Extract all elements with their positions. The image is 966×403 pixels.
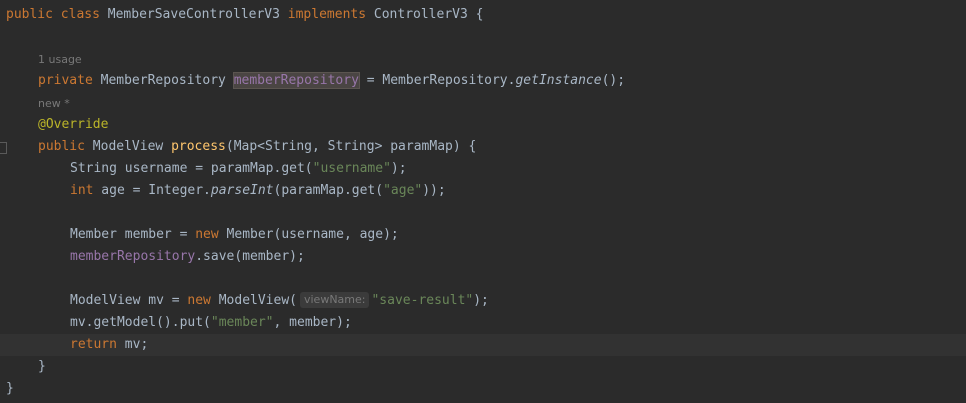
code-text: Member(username, age); (218, 227, 399, 242)
method-params: (Map<String, String> paramMap) { (225, 139, 477, 154)
code-line-username[interactable]: String username = paramMap.get("username… (0, 158, 966, 180)
keyword-int: int (70, 183, 94, 198)
string-literal: "member" (210, 315, 274, 330)
code-text: mv; (116, 337, 149, 352)
code-text: (paramMap.get( (273, 183, 384, 198)
string-literal: "save-result" (371, 293, 474, 308)
code-line-modelview[interactable]: ModelView mv = new ModelView(viewName: "s… (0, 290, 966, 312)
code-line-put[interactable]: mv.getModel().put("member", member); (0, 312, 966, 334)
field-type[interactable]: MemberRepository (101, 73, 226, 88)
keyword-new: new (187, 293, 211, 308)
method-name[interactable]: process (171, 139, 226, 154)
close-brace: } (6, 381, 14, 396)
field-reference[interactable]: memberRepository (70, 249, 195, 264)
code-line-member[interactable]: Member member = new Member(username, age… (0, 224, 966, 246)
string-literal: "username" (312, 161, 391, 176)
code-text: , member); (273, 315, 352, 330)
assign-operator: = (358, 73, 383, 88)
code-text: )); (422, 183, 446, 198)
open-brace: { (467, 7, 484, 22)
code-line-save[interactable]: memberRepository.save(member); (0, 246, 966, 268)
field-name-highlighted[interactable]: memberRepository (232, 72, 360, 89)
code-text: .save(member); (195, 249, 305, 264)
keyword-new: new (195, 227, 219, 242)
author-inlay-hint[interactable]: new * (38, 93, 70, 115)
return-type[interactable]: ModelView (93, 139, 163, 154)
code-line-age[interactable]: int age = Integer.parseInt(paramMap.get(… (0, 180, 966, 202)
code-line-field-declaration[interactable]: private MemberRepository memberRepositor… (0, 70, 966, 92)
code-text: ); (390, 161, 407, 176)
override-annotation: @Override (38, 117, 109, 132)
usages-inlay-hint[interactable]: 1 usage (38, 49, 82, 71)
static-method-getinstance[interactable]: getInstance (515, 73, 601, 88)
string-literal: "age" (383, 183, 423, 198)
static-method-parseint[interactable]: parseInt (211, 183, 274, 198)
code-line-close-method[interactable]: } (0, 356, 966, 378)
class-name[interactable]: MemberSaveControllerV3 (108, 7, 280, 22)
keyword-private: private (38, 73, 93, 88)
code-text: Member member = (70, 227, 196, 242)
code-text: mv.getModel().put( (70, 315, 211, 330)
code-text: ); (473, 293, 489, 308)
close-brace: } (38, 359, 46, 374)
code-text: ModelView( (210, 293, 297, 308)
call-owner[interactable]: MemberRepository. (382, 73, 515, 88)
keyword-public: public (38, 139, 85, 154)
keyword-return: return (70, 337, 117, 352)
keyword-public: public (6, 7, 53, 22)
interface-name[interactable]: ControllerV3 (374, 7, 468, 22)
code-line-method-declaration[interactable]: public ModelView process(Map<String, Str… (0, 136, 966, 158)
code-line-annotation[interactable]: @Override (0, 114, 966, 136)
code-line-close-class[interactable]: } (0, 378, 966, 400)
code-editor[interactable]: public class MemberSaveControllerV3 impl… (0, 0, 966, 403)
code-line-return-current[interactable]: return mv; (0, 334, 966, 356)
keyword-implements: implements (287, 7, 367, 22)
parameter-name-hint: viewName: (299, 292, 370, 308)
keyword-class: class (60, 7, 100, 22)
code-text: ModelView mv = (70, 293, 188, 308)
code-text: age = Integer. (93, 183, 211, 198)
code-text: String username = paramMap.get( (70, 161, 313, 176)
code-line-class-declaration[interactable]: public class MemberSaveControllerV3 impl… (0, 4, 966, 26)
fold-marker-icon[interactable] (0, 142, 7, 154)
call-end: (); (601, 73, 626, 88)
